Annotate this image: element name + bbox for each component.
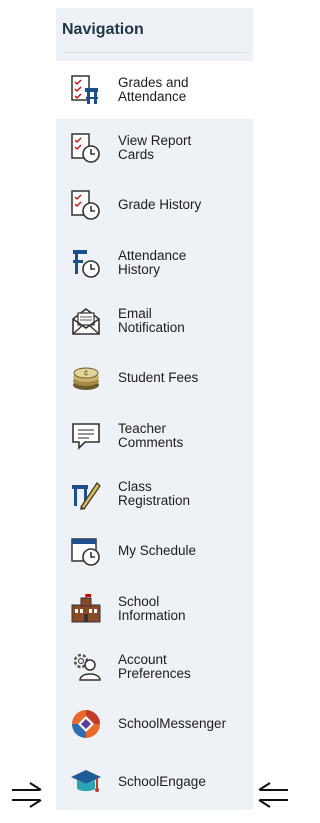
attendance-history-icon [68,245,104,281]
nav-item-label: Email Notification [118,305,185,335]
nav-item-grades-attendance[interactable]: Grades and Attendance [56,61,253,119]
account-preferences-icon [68,649,104,685]
email-icon [68,303,104,339]
fees-icon: ¢ [68,360,104,396]
nav-item-label: My Schedule [118,543,197,559]
nav-item-label: Attendance History [118,247,187,277]
nav-item-label: School Information [118,594,186,624]
grade-history-icon [68,187,104,223]
nav-item-account-preferences[interactable]: Account Preferences [56,638,253,696]
nav-item-label: Account Preferences [118,651,191,681]
nav-item-email-notification[interactable]: Email Notification [56,292,253,350]
nav-item-my-schedule[interactable]: My Schedule [56,523,253,581]
navigation-title: Navigation [62,21,144,38]
nav-item-schoolmessenger[interactable]: SchoolMessenger [56,696,253,754]
nav-item-grade-history[interactable]: Grade History [56,176,253,234]
nav-item-label: Grades and Attendance [118,74,189,104]
nav-item-student-fees[interactable]: ¢ Student Fees [56,349,253,407]
schedule-icon [68,533,104,569]
schoolengage-logo-icon [68,764,104,800]
nav-item-teacher-comments[interactable]: Teacher Comments [56,407,253,465]
nav-item-label: SchoolEngage [118,774,206,790]
nav-item-view-report-cards[interactable]: View Report Cards [56,119,253,177]
comments-icon [68,418,104,454]
nav-item-attendance-history[interactable]: Attendance History [56,234,253,292]
nav-item-label: Teacher Comments [118,420,184,450]
nav-item-school-information[interactable]: School Information [56,580,253,638]
report-cards-icon [68,130,104,166]
nav-item-label: Student Fees [118,370,199,386]
nav-item-label: Grade History [118,197,202,213]
nav-item-label: View Report Cards [118,132,192,162]
navigation-list: Grades and Attendance View Report Cards [56,61,253,811]
nav-item-label: SchoolMessenger [118,716,227,732]
nav-item-schoolengage[interactable]: SchoolEngage [56,753,253,811]
nav-item-label: Class Registration [118,478,191,508]
grades-attendance-icon [68,72,104,108]
right-pointing-arrow-icon [10,780,44,808]
school-icon [68,591,104,627]
navigation-panel: Navigation Grades and Attendance View Re… [56,8,253,810]
schoolmessenger-logo-icon [68,706,104,742]
nav-item-class-registration[interactable]: Class Registration [56,465,253,523]
left-pointing-arrow-icon [256,780,290,808]
registration-icon [68,476,104,512]
svg-text:¢: ¢ [84,369,88,378]
navigation-divider [62,52,247,53]
